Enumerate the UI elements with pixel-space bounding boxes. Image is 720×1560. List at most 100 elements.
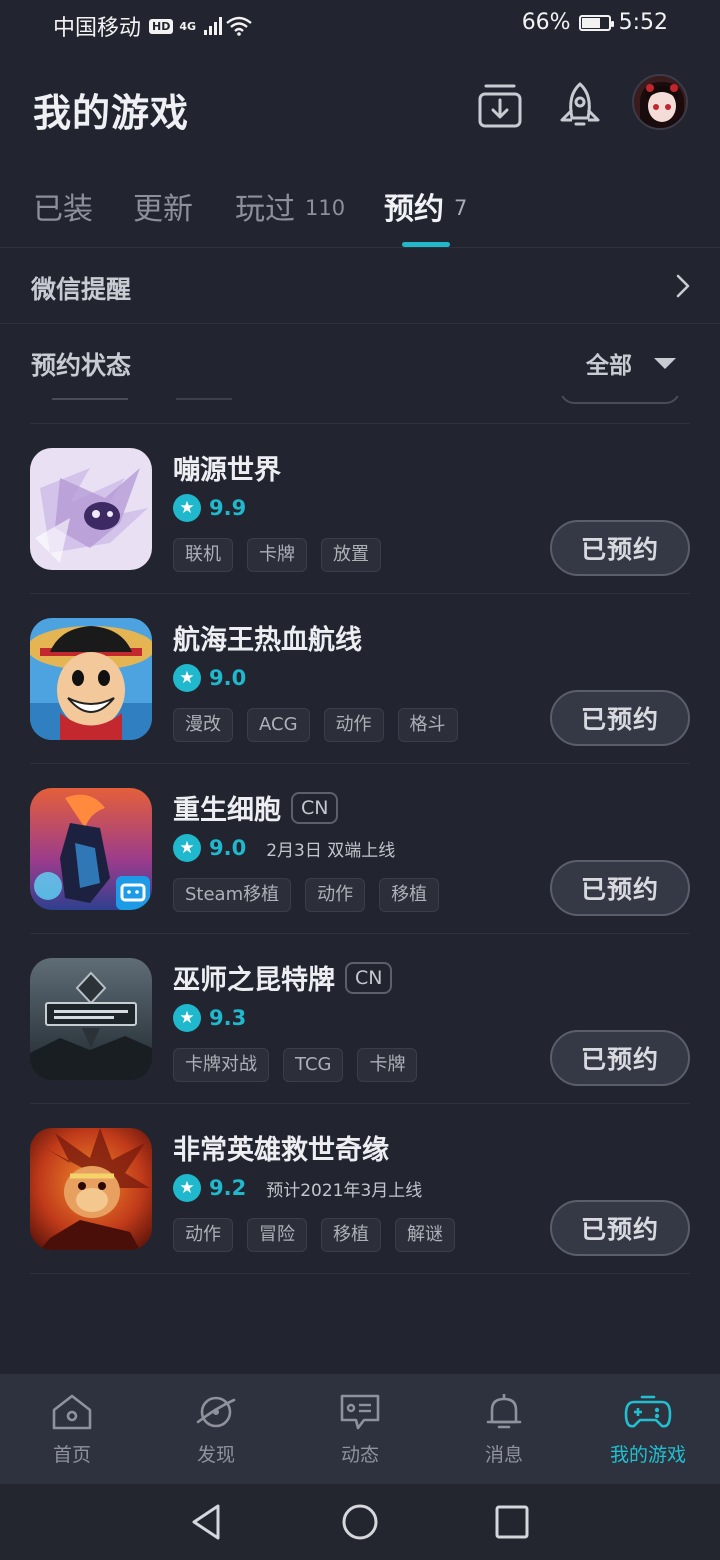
game-item[interactable]: 嘣源世界 ★ 9.9 联机 卡牌 放置 已预约 (30, 424, 690, 594)
tag[interactable]: 移植 (379, 878, 440, 912)
rating: ★ 9.9 (173, 494, 246, 522)
signal-icon (204, 17, 223, 35)
tag[interactable]: 解谜 (395, 1218, 455, 1252)
tag-list: Steam移植 动作 移植 (173, 878, 440, 912)
nav-discover[interactable]: 发现 (161, 1392, 271, 1467)
game-icon (30, 448, 152, 570)
reservation-status-row: 预约状态 全部 (0, 324, 720, 400)
tag[interactable]: 动作 (323, 708, 384, 742)
score: 9.9 (209, 496, 247, 520)
avatar-image (634, 76, 686, 128)
game-list: 嘣源世界 ★ 9.9 联机 卡牌 放置 已预约 航海王热血航线 ★ 9.0 漫改… (0, 396, 720, 1366)
home-icon (52, 1394, 92, 1430)
tab-count: 110 (305, 196, 346, 220)
status-filter-dropdown[interactable]: 全部 (586, 346, 676, 380)
tag[interactable]: 卡牌 (247, 538, 307, 572)
back-icon[interactable] (186, 1502, 226, 1542)
game-item[interactable]: 重生细胞 CN ★ 9.0 2月3日 双端上线 Steam移植 动作 移植 已预… (30, 764, 690, 934)
reserved-button[interactable]: 已预约 (550, 1200, 690, 1256)
star-icon: ★ (173, 1174, 201, 1202)
star-icon: ★ (173, 664, 201, 692)
tag[interactable]: 动作 (173, 1218, 233, 1252)
game-title: 巫师之昆特牌 CN (173, 958, 393, 997)
avatar[interactable] (632, 74, 688, 130)
tag[interactable]: Steam移植 (173, 878, 292, 912)
tab-label: 玩过 (235, 192, 295, 227)
reserved-button[interactable]: 已预约 (550, 690, 690, 746)
star-icon: ★ (173, 1004, 201, 1032)
reservation-status-label: 预约状态 (31, 351, 132, 380)
tab-count: 7 (454, 196, 468, 220)
tag[interactable]: 动作 (305, 878, 366, 912)
status-bar: 中国移动 HD 4G 66% 5:52 (0, 0, 720, 50)
nav-feed[interactable]: 动态 (305, 1392, 415, 1467)
nav-label: 消息 (484, 1444, 523, 1466)
status-left: 中国移动 HD 4G (53, 10, 252, 42)
home-circle-icon[interactable] (340, 1502, 380, 1542)
star-icon: ★ (173, 834, 201, 862)
wechat-reminder-row[interactable]: 微信提醒 (0, 248, 720, 324)
page-title: 我的游戏 (33, 91, 190, 135)
carrier-name: 中国移动 (53, 16, 142, 41)
recents-icon[interactable] (492, 1502, 532, 1542)
tab-indicator (402, 242, 450, 247)
wifi-icon (226, 16, 252, 36)
status-right: 66% 5:52 (522, 10, 668, 35)
tag[interactable]: 放置 (321, 538, 381, 572)
rocket-icon[interactable] (556, 80, 604, 132)
game-title: 重生细胞 CN (173, 788, 339, 827)
nav-label: 发现 (196, 1444, 235, 1466)
nav-label: 我的游戏 (609, 1444, 686, 1466)
tag[interactable]: 联机 (173, 538, 233, 572)
tab-reserved[interactable]: 预约 7 (384, 184, 467, 228)
tab-installed[interactable]: 已装 (33, 184, 93, 228)
game-icon (30, 958, 152, 1080)
reserved-button[interactable]: 已预约 (550, 860, 690, 916)
tag[interactable]: 格斗 (397, 708, 458, 742)
network-type: 4G (179, 19, 197, 33)
planet-icon (196, 1396, 236, 1428)
nav-label: 首页 (52, 1444, 91, 1466)
bell-icon (486, 1394, 522, 1429)
reserved-button[interactable]: 已预约 (550, 1030, 690, 1086)
clock: 5:52 (618, 10, 668, 35)
tag[interactable]: 漫改 (173, 708, 233, 742)
tag[interactable]: 冒险 (247, 1218, 307, 1252)
tag[interactable]: 卡牌对战 (173, 1048, 269, 1082)
tag-list: 联机 卡牌 放置 (173, 538, 381, 572)
tag[interactable]: 卡牌 (357, 1048, 418, 1082)
nav-home[interactable]: 首页 (17, 1392, 127, 1467)
region-badge: CN (345, 961, 393, 994)
partial-list-item (30, 396, 690, 424)
nav-my-games[interactable]: 我的游戏 (593, 1392, 703, 1467)
game-name-text: 嘣源世界 (173, 455, 281, 486)
game-icon (30, 1128, 152, 1250)
tab-played[interactable]: 玩过 110 (235, 184, 345, 228)
tag-list: 卡牌对战 TCG 卡牌 (173, 1048, 418, 1082)
game-name-text: 航海王热血航线 (173, 625, 362, 656)
reserved-button[interactable]: 已预约 (550, 520, 690, 576)
system-nav-bar (0, 1484, 720, 1560)
game-item[interactable]: 巫师之昆特牌 CN ★ 9.3 卡牌对战 TCG 卡牌 已预约 (30, 934, 690, 1104)
game-icon (30, 618, 152, 740)
score: 9.0 (209, 836, 247, 860)
tag-list: 漫改 ACG 动作 格斗 (173, 708, 458, 742)
wechat-reminder-label: 微信提醒 (31, 275, 132, 304)
game-icon (30, 788, 152, 910)
rating: ★ 9.2 预计2021年3月上线 (173, 1174, 422, 1202)
gamepad-icon (624, 1395, 672, 1428)
tab-bar: 已装 更新 玩过 110 预约 7 (0, 180, 720, 248)
download-icon[interactable] (476, 80, 524, 132)
tag[interactable]: ACG (247, 708, 310, 742)
game-item[interactable]: 非常英雄救世奇缘 ★ 9.2 预计2021年3月上线 动作 冒险 移植 解谜 已… (30, 1104, 690, 1274)
tab-updates[interactable]: 更新 (133, 184, 193, 228)
score: 9.0 (209, 666, 247, 690)
game-item[interactable]: 航海王热血航线 ★ 9.0 漫改 ACG 动作 格斗 已预约 (30, 594, 690, 764)
nav-label: 动态 (340, 1444, 379, 1466)
tag[interactable]: TCG (283, 1048, 344, 1082)
tag[interactable]: 移植 (321, 1218, 381, 1252)
tag-list: 动作 冒险 移植 解谜 (173, 1218, 455, 1252)
region-badge: CN (291, 791, 339, 824)
game-title: 航海王热血航线 (173, 618, 362, 657)
nav-messages[interactable]: 消息 (449, 1392, 559, 1467)
